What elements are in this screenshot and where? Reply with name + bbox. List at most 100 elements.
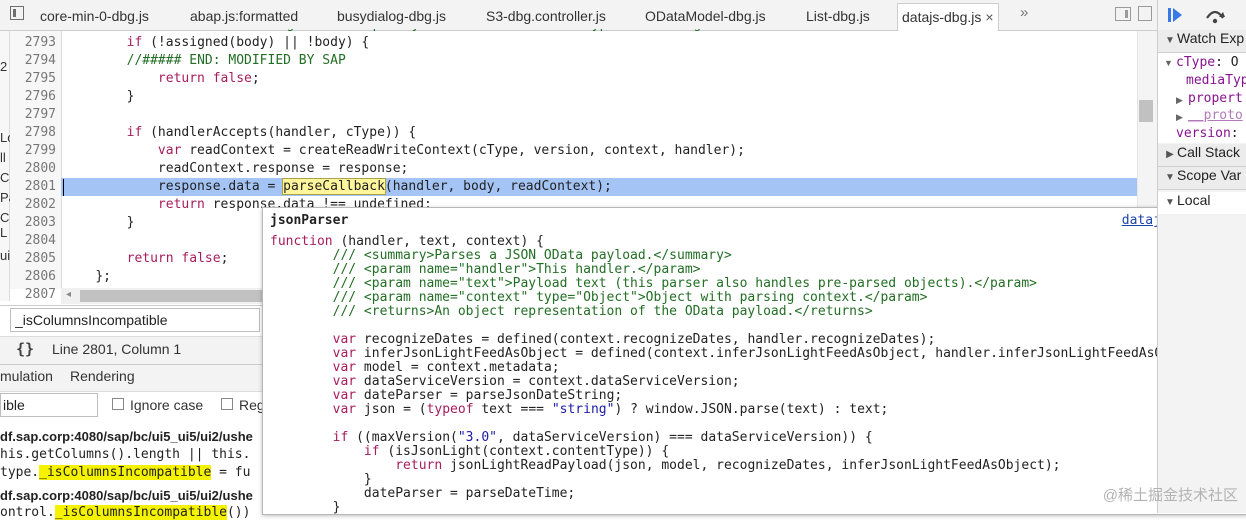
source-line: return jsonLightReadPayload(json, model,… bbox=[270, 459, 1217, 473]
watch-item[interactable]: mediaTyp bbox=[1186, 73, 1246, 88]
toggle-navigator-icon[interactable] bbox=[10, 6, 24, 20]
search-sources-input[interactable] bbox=[0, 393, 98, 417]
ignore-case-checkbox[interactable] bbox=[112, 398, 124, 410]
watch-value: O bbox=[1230, 55, 1239, 70]
watch-item[interactable]: cType: O bbox=[1176, 55, 1239, 70]
search-result-line[interactable]: his.getColumns().length || this. bbox=[0, 447, 250, 462]
code-token: text === bbox=[473, 402, 552, 417]
code-line: //##### END: MODIFIED BY SAP bbox=[64, 53, 346, 68]
code-keyword: var bbox=[332, 374, 357, 389]
source-line: var model = context.metadata; bbox=[270, 361, 1217, 375]
code-keyword: var bbox=[332, 346, 357, 361]
tab-rendering[interactable]: Rendering bbox=[70, 368, 135, 384]
code-token: readContext = createReadWriteContext(cTy… bbox=[181, 143, 745, 158]
code-keyword: false bbox=[204, 71, 252, 86]
tab-core-min[interactable]: core-min-0-dbg.js bbox=[40, 5, 149, 27]
tab-abap[interactable]: abap.js:formatted bbox=[190, 5, 298, 27]
line-number[interactable]: 2798 bbox=[10, 125, 56, 140]
line-number[interactable]: 2804 bbox=[10, 233, 56, 248]
code-keyword: return bbox=[157, 71, 205, 86]
code-token: } bbox=[270, 472, 372, 487]
source-line: function (handler, text, context) { bbox=[270, 235, 1217, 249]
search-match: _isColumnsIncompatible bbox=[39, 465, 212, 480]
show-debugger-icon[interactable] bbox=[1115, 7, 1131, 21]
cursor-position: Line 2801, Column 1 bbox=[52, 341, 182, 357]
source-line: var json = (typeof text === "string") ? … bbox=[270, 403, 1217, 417]
tab-odatamodel[interactable]: ODataModel-dbg.js bbox=[645, 5, 766, 27]
code-keyword: if bbox=[332, 430, 349, 445]
close-tab-icon[interactable]: × bbox=[985, 4, 993, 30]
call-stack-header[interactable]: ▶ Call Stack bbox=[1158, 144, 1246, 167]
code-token: } bbox=[126, 215, 135, 230]
search-result-file[interactable]: df.sap.corp:4080/sap/bc/ui5_ui5/ui2/ushe bbox=[0, 488, 253, 503]
line-number[interactable]: 2807 bbox=[10, 287, 56, 302]
step-over-icon[interactable] bbox=[1204, 6, 1226, 24]
source-line: var dateParser = parseJsonDateString; bbox=[270, 389, 1217, 403]
expand-triangle-icon[interactable]: ▶ bbox=[1176, 112, 1183, 123]
popover-title: jsonParser bbox=[270, 213, 349, 228]
source-line: if ((maxVersion("3.0", dataServiceVersio… bbox=[270, 431, 1217, 445]
local-scope-header[interactable]: ▼ Local bbox=[1158, 192, 1246, 214]
line-number[interactable]: 2797 bbox=[10, 107, 56, 122]
result-text: = fu bbox=[211, 465, 251, 480]
line-number[interactable]: 2805 bbox=[10, 251, 56, 266]
source-line: /// <param name="context" type="Object">… bbox=[270, 291, 1217, 305]
code-line: } bbox=[64, 89, 135, 104]
line-number[interactable]: 2803 bbox=[10, 215, 56, 230]
strip-text: ui bbox=[0, 248, 11, 263]
line-number[interactable]: 2795 bbox=[10, 71, 56, 86]
scope-variables-header[interactable]: ▼ Scope Var bbox=[1158, 167, 1246, 190]
resume-icon[interactable] bbox=[1166, 6, 1184, 24]
collapse-triangle-icon: ▶ bbox=[1166, 149, 1174, 160]
code-keyword: var bbox=[332, 360, 357, 375]
find-in-file-input[interactable] bbox=[10, 308, 260, 332]
watermark: @稀土掘金技术社区 bbox=[1102, 487, 1238, 504]
result-text: type. bbox=[0, 465, 40, 480]
line-number[interactable]: 2796 bbox=[10, 89, 56, 104]
watch-expressions-header[interactable]: ▼ Watch Exp bbox=[1158, 30, 1246, 53]
tab-busydialog[interactable]: busydialog-dbg.js bbox=[337, 5, 446, 27]
line-number[interactable]: 2793 bbox=[10, 35, 56, 50]
tab-emulation[interactable]: mulation bbox=[0, 368, 53, 384]
regex-label: Reg bbox=[239, 397, 265, 413]
line-number[interactable]: 2794 bbox=[10, 53, 56, 68]
tab-overflow-icon[interactable]: » bbox=[1020, 4, 1028, 21]
watch-item[interactable]: propert bbox=[1188, 91, 1243, 106]
code-token: ) ? window.JSON.parse(text) : text; bbox=[614, 402, 889, 417]
horizontal-scroll-thumb[interactable] bbox=[80, 290, 270, 302]
search-result-line[interactable]: type._isColumnsIncompatible = fu bbox=[0, 465, 250, 480]
tab-datajs[interactable]: datajs-dbg.js × bbox=[897, 3, 999, 31]
line-number[interactable]: 2802 bbox=[10, 197, 56, 212]
search-result-file[interactable]: df.sap.corp:4080/sap/bc/ui5_ui5/ui2/ushe bbox=[0, 429, 253, 444]
line-number[interactable]: 2806 bbox=[10, 269, 56, 284]
pretty-print-icon[interactable]: {} bbox=[16, 340, 34, 358]
expand-triangle-icon: ▼ bbox=[1165, 35, 1175, 46]
expand-triangle-icon: ▼ bbox=[1165, 172, 1175, 183]
tab-list[interactable]: List-dbg.js bbox=[806, 5, 870, 27]
expand-triangle-icon[interactable]: ▶ bbox=[1176, 95, 1183, 106]
watch-item[interactable]: __proto bbox=[1188, 108, 1243, 123]
line-number[interactable]: 2799 bbox=[10, 143, 56, 158]
toggle-sidebar-icon[interactable] bbox=[1138, 6, 1152, 21]
code-comment: //##### END: MODIFIED BY SAP bbox=[126, 53, 346, 68]
scroll-left-icon[interactable]: ◂ bbox=[66, 289, 71, 300]
tab-s3-controller[interactable]: S3-dbg.controller.js bbox=[486, 5, 606, 27]
expand-triangle-icon[interactable]: ▼ bbox=[1164, 58, 1173, 68]
line-number[interactable]: 2801 bbox=[10, 179, 56, 194]
source-line bbox=[270, 319, 1217, 333]
vertical-scroll-thumb[interactable] bbox=[1139, 100, 1153, 122]
line-number[interactable]: 2800 bbox=[10, 161, 56, 176]
regex-checkbox[interactable] bbox=[221, 398, 233, 410]
watch-item[interactable]: version: bbox=[1176, 126, 1239, 141]
code-keyword: var bbox=[157, 143, 182, 158]
code-token: } bbox=[126, 89, 135, 104]
